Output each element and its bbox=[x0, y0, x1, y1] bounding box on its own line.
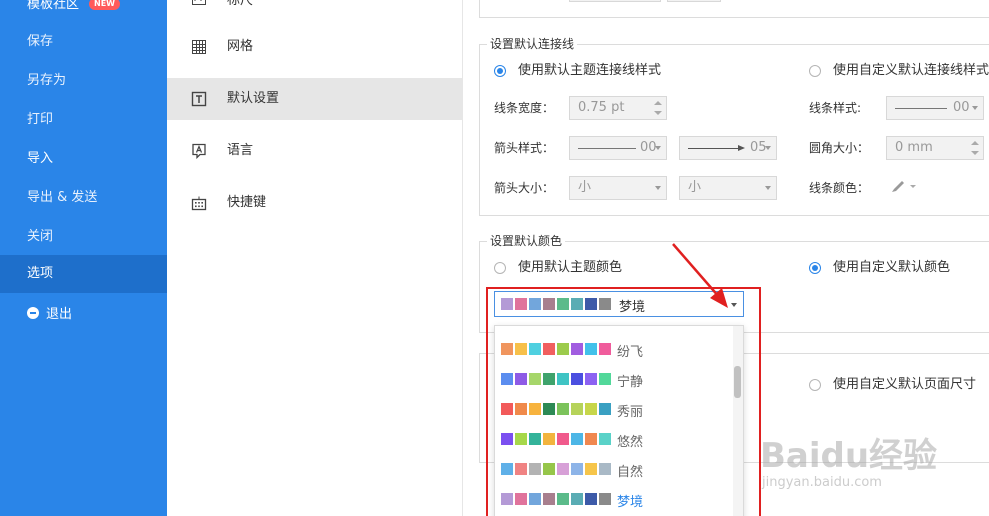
settings-item-label: 快捷键 bbox=[227, 195, 267, 210]
exit-icon bbox=[27, 307, 39, 319]
previous-section-box bbox=[479, 0, 989, 18]
radio-label: 使用自定义默认页面尺寸 bbox=[833, 377, 977, 392]
menu-item-label: 选项 bbox=[27, 266, 54, 281]
text-box-icon bbox=[191, 91, 207, 107]
arrow-head-icon bbox=[738, 145, 745, 151]
ruler-icon bbox=[192, 0, 206, 5]
menu-item-close[interactable]: 关闭 bbox=[0, 218, 167, 256]
menu-item-print[interactable]: 打印 bbox=[0, 101, 167, 139]
arrow-size-label: 箭头大小： bbox=[494, 181, 555, 195]
line-width-value: 0.75 pt bbox=[578, 100, 625, 115]
settings-item-label: 网格 bbox=[227, 39, 254, 54]
radio-label: 使用默认主题连接线样式 bbox=[518, 63, 662, 78]
radio-dot bbox=[809, 379, 821, 391]
menu-item-label: 导出 & 发送 bbox=[27, 190, 98, 205]
corner-size-value: 0 mm bbox=[895, 140, 933, 155]
menu-item-save-as[interactable]: 另存为 bbox=[0, 62, 167, 100]
line-width-label: 线条宽度： bbox=[494, 101, 555, 115]
corner-size-label: 圆角大小： bbox=[809, 141, 870, 155]
settings-item-grid[interactable]: 网格 bbox=[167, 26, 462, 68]
grid-icon bbox=[192, 40, 206, 54]
chevron-down-icon bbox=[972, 106, 978, 110]
menu-item-label: 退出 bbox=[46, 307, 73, 322]
menu-item-label: 保存 bbox=[27, 34, 54, 49]
watermark-url: jingyan.baidu.com bbox=[762, 475, 882, 490]
radio-dot bbox=[809, 262, 821, 274]
watermark-logo: Baidu经验 bbox=[760, 436, 938, 476]
language-icon bbox=[192, 143, 206, 159]
corner-size-stepper[interactable]: 0 mm bbox=[886, 136, 984, 160]
menu-item-options[interactable]: 选项 bbox=[0, 255, 167, 293]
radio-theme-color[interactable]: 使用默认主题颜色 bbox=[494, 260, 622, 276]
arrow-size-end-select[interactable]: 小 bbox=[679, 176, 777, 200]
highlight-box bbox=[486, 287, 761, 516]
menu-item-save[interactable]: 保存 bbox=[0, 23, 167, 61]
menu-item-exit[interactable]: 退出 bbox=[0, 296, 167, 334]
brush-icon[interactable] bbox=[890, 178, 918, 194]
menu-item-label: 模板社区 bbox=[27, 0, 80, 12]
menu-item-label: 关闭 bbox=[27, 229, 54, 244]
radio-custom-connector[interactable]: 使用自定义默认连接线样式 bbox=[809, 63, 989, 79]
arrow-start-select[interactable]: 00 bbox=[569, 136, 667, 160]
radio-label: 使用自定义默认连接线样式 bbox=[833, 63, 989, 78]
line-style-label: 线条样式: bbox=[809, 101, 862, 115]
previous-field-2[interactable] bbox=[667, 0, 721, 2]
stepper-arrows-icon[interactable] bbox=[654, 100, 662, 116]
new-badge: NEW bbox=[89, 0, 120, 10]
chevron-down-icon bbox=[655, 146, 661, 150]
settings-item-language[interactable]: 语言 bbox=[167, 130, 462, 172]
radio-label: 使用默认主题颜色 bbox=[518, 260, 623, 275]
chevron-down-icon bbox=[655, 186, 661, 190]
menu-item-import[interactable]: 导入 bbox=[0, 140, 167, 178]
menu-item-export-send[interactable]: 导出 & 发送 bbox=[0, 179, 167, 217]
radio-dot bbox=[494, 262, 506, 274]
menu-item-label: 另存为 bbox=[27, 73, 67, 88]
settings-item-ruler[interactable]: 标尺 bbox=[167, 0, 462, 22]
line-preview bbox=[895, 108, 947, 109]
settings-item-label: 语言 bbox=[227, 143, 254, 158]
arrow-size-start-value: 小 bbox=[578, 180, 592, 195]
arrow-size-end-value: 小 bbox=[688, 180, 702, 195]
arrow-size-start-select[interactable]: 小 bbox=[569, 176, 667, 200]
arrow-style-label: 箭头样式： bbox=[494, 141, 555, 155]
arrow-end-select[interactable]: 05 bbox=[679, 136, 777, 160]
radio-custom-page-size[interactable]: 使用自定义默认页面尺寸 bbox=[809, 377, 976, 393]
menu-item-template-community[interactable]: 模板社区 NEW bbox=[0, 0, 167, 24]
chevron-down-icon bbox=[765, 186, 771, 190]
keyboard-icon bbox=[191, 196, 207, 211]
radio-dot bbox=[809, 65, 821, 77]
line-style-value: 00 bbox=[953, 100, 970, 115]
line-preview bbox=[688, 148, 740, 149]
connector-section-title: 设置默认连接线 bbox=[487, 37, 578, 51]
file-menu: 模板社区 NEW 保存 另存为 打印 导入 导出 & 发送 关闭 选项 退出 bbox=[0, 0, 167, 516]
previous-field-1[interactable] bbox=[569, 0, 661, 2]
line-style-select[interactable]: 00 bbox=[886, 96, 984, 120]
line-color-label: 线条颜色： bbox=[809, 181, 870, 195]
settings-item-shortcuts[interactable]: 快捷键 bbox=[167, 182, 462, 224]
chevron-down-icon bbox=[765, 146, 771, 150]
radio-theme-connector[interactable]: 使用默认主题连接线样式 bbox=[494, 63, 661, 79]
settings-nav: 标尺 网格 默认设置 语言 快捷键 bbox=[167, 0, 463, 516]
menu-item-label: 打印 bbox=[27, 112, 54, 127]
settings-item-label: 标尺 bbox=[227, 0, 254, 8]
menu-item-label: 导入 bbox=[27, 151, 54, 166]
settings-item-default[interactable]: 默认设置 bbox=[167, 78, 462, 120]
radio-label: 使用自定义默认颜色 bbox=[833, 260, 951, 275]
settings-item-label: 默认设置 bbox=[227, 91, 280, 106]
radio-dot bbox=[494, 65, 506, 77]
line-width-stepper[interactable]: 0.75 pt bbox=[569, 96, 667, 120]
color-section-title: 设置默认颜色 bbox=[487, 234, 566, 248]
stepper-arrows-icon[interactable] bbox=[971, 140, 979, 156]
radio-custom-color[interactable]: 使用自定义默认颜色 bbox=[809, 260, 950, 276]
line-preview bbox=[578, 148, 636, 149]
